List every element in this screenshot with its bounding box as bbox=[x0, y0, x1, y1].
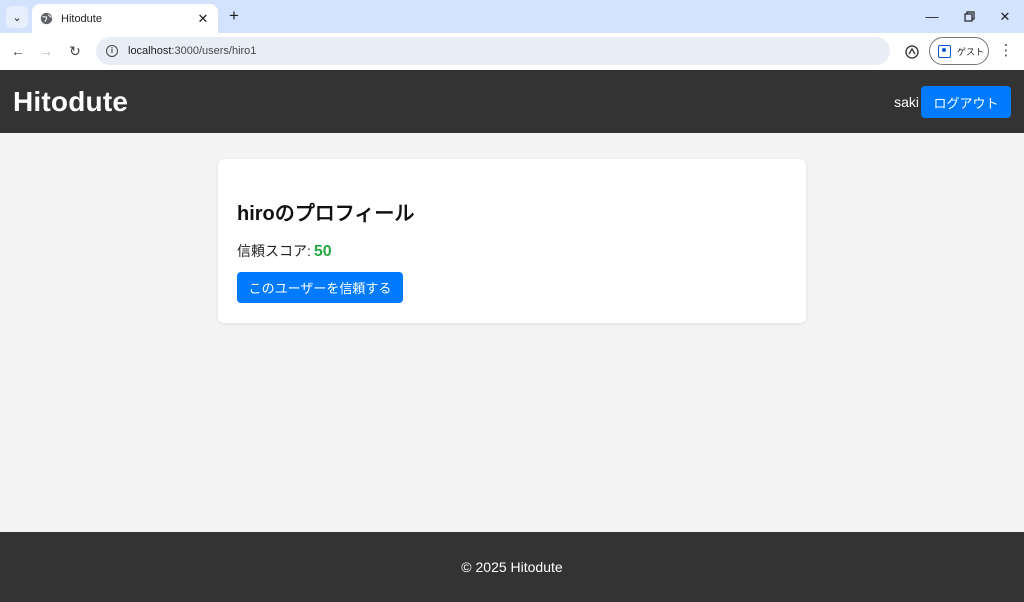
extension-icon[interactable] bbox=[902, 42, 922, 62]
reload-icon: ↻ bbox=[69, 42, 81, 59]
site-info-icon[interactable]: i bbox=[106, 45, 118, 57]
trust-score-label: 信頼スコア: bbox=[237, 243, 311, 259]
site-logo[interactable]: Hitodute bbox=[13, 86, 128, 118]
tab-close-icon[interactable]: ✕ bbox=[196, 11, 210, 27]
arrow-right-icon: → bbox=[39, 43, 53, 59]
browser-menu-button[interactable]: ⋮ bbox=[998, 41, 1014, 61]
arrow-left-icon: ← bbox=[11, 43, 25, 59]
restore-icon bbox=[963, 11, 975, 22]
guest-profile-icon bbox=[938, 44, 951, 58]
site-footer: © 2025 Hitodute bbox=[0, 532, 1024, 602]
profile-label: ゲスト bbox=[957, 46, 985, 57]
page-title: hiroのプロフィール bbox=[237, 203, 415, 225]
chevron-down-icon: ⌄ bbox=[12, 11, 22, 24]
forward-button[interactable]: → bbox=[35, 40, 57, 62]
close-window-button[interactable]: ✕ bbox=[986, 0, 1024, 33]
minimize-icon: — bbox=[925, 9, 939, 24]
tab-title: Hitodute bbox=[61, 12, 102, 25]
close-icon: ✕ bbox=[999, 8, 1011, 24]
restore-button[interactable] bbox=[950, 0, 988, 33]
url-text[interactable]: localhost:3000/users/hiro1 bbox=[128, 45, 256, 57]
browser-toolbar: ← → ↻ i localhost:3000/users/hiro1 ゲスト ⋮ bbox=[0, 33, 1024, 70]
current-username: saki bbox=[894, 94, 919, 110]
more-vertical-icon: ⋮ bbox=[998, 42, 1014, 59]
trust-score-value: 50 bbox=[313, 243, 332, 260]
profile-card: hiroのプロフィール 信頼スコア: 50 このユーザーを信頼する bbox=[218, 159, 806, 323]
back-button[interactable]: ← bbox=[7, 40, 29, 62]
url-host: localhost bbox=[128, 45, 172, 57]
site-header: Hitodute saki ログアウト bbox=[0, 70, 1024, 133]
browser-tab[interactable]: Hitodute ✕ bbox=[32, 4, 218, 33]
url-path: :3000/users/hiro1 bbox=[171, 45, 257, 57]
logout-button[interactable]: ログアウト bbox=[921, 86, 1011, 118]
new-tab-button[interactable]: + bbox=[224, 6, 244, 26]
trust-user-button[interactable]: このユーザーを信頼する bbox=[237, 272, 403, 303]
tab-search-button[interactable]: ⌄ bbox=[6, 6, 28, 28]
profile-button[interactable]: ゲスト bbox=[929, 37, 989, 65]
minimize-button[interactable]: — bbox=[913, 0, 951, 33]
trust-score: 信頼スコア: 50 bbox=[237, 241, 332, 261]
globe-icon bbox=[40, 12, 53, 25]
browser-tab-bar: ⌄ Hitodute ✕ + — ✕ bbox=[0, 0, 1024, 33]
copyright-text: © 2025 Hitodute bbox=[461, 559, 563, 575]
reload-button[interactable]: ↻ bbox=[64, 40, 86, 62]
address-bar[interactable]: i localhost:3000/users/hiro1 bbox=[96, 37, 890, 65]
